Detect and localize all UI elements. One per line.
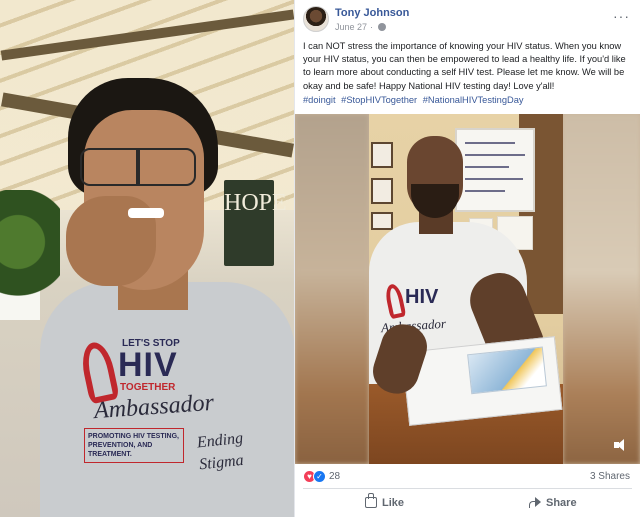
facebook-post: Tony Johnson June 27 · ··· I can NOT stre…	[295, 0, 640, 517]
left-photo: HOPE LET'S STOP HIV TOGETHER Ambassador …	[0, 0, 295, 517]
hashtag-link[interactable]: #doingit	[303, 95, 336, 105]
post-video[interactable]: HIV Ambassador	[295, 114, 640, 464]
board-writing	[465, 154, 525, 156]
divider	[303, 488, 632, 489]
wall-frame	[371, 142, 393, 168]
share-label: Share	[546, 497, 577, 509]
shirt-print: LET'S STOP HIV TOGETHER Ambassador PROMO…	[78, 338, 284, 488]
like-label: Like	[382, 497, 405, 509]
globe-icon	[378, 23, 387, 31]
test-kit-contents	[467, 346, 547, 395]
post-date[interactable]: June 27	[335, 22, 367, 32]
wall-frame	[371, 212, 393, 230]
board-writing	[465, 178, 523, 180]
shirt-ending-stigma: Ending Stigma	[196, 429, 245, 474]
shirt-hiv: HIV	[405, 286, 439, 308]
more-options-icon[interactable]: ···	[613, 8, 630, 24]
hashtag-link[interactable]: #NationalHIVTestingDay	[423, 95, 524, 105]
video-blur-right	[563, 114, 640, 464]
board-writing	[465, 166, 509, 168]
shirt-hiv: HIV	[118, 346, 178, 384]
like-button[interactable]: Like	[365, 492, 404, 514]
post-text: I can NOT stress the importance of knowi…	[303, 41, 626, 91]
plant	[0, 190, 60, 320]
whiteboard	[455, 128, 535, 212]
video-frame: HIV Ambassador	[367, 114, 563, 464]
post-meta: June 27 ·	[335, 22, 387, 32]
post-header: Tony Johnson June 27 · ···	[295, 0, 640, 38]
shares-count[interactable]: 3 Shares	[590, 471, 630, 482]
shirt-promo: PROMOTING HIV TESTING, PREVENTION, AND T…	[84, 428, 184, 463]
hashtags: #doingit #StopHIVTogether #NationalHIVTe…	[303, 95, 633, 105]
like-reaction-icon: ✓	[313, 470, 326, 483]
shirt-together: TOGETHER	[120, 382, 176, 393]
red-ribbon-icon	[78, 339, 120, 405]
hashtag-link[interactable]: #StopHIVTogether	[341, 95, 417, 105]
glasses	[80, 148, 196, 186]
hope-sign-text: HOPE	[224, 190, 287, 216]
share-arrow-icon	[529, 497, 541, 508]
sound-icon[interactable]	[614, 438, 628, 452]
board-writing	[465, 190, 505, 192]
reaction-count: 28	[329, 471, 341, 482]
video-blur-left	[295, 114, 369, 464]
avatar[interactable]	[303, 6, 329, 32]
thumbs-up-icon	[365, 493, 377, 508]
wall-frame	[371, 178, 393, 204]
share-button[interactable]: Share	[529, 492, 577, 514]
author-name[interactable]: Tony Johnson	[335, 7, 409, 19]
test-swab	[128, 208, 164, 218]
board-writing	[465, 142, 515, 144]
hope-sign: HOPE	[224, 180, 287, 266]
